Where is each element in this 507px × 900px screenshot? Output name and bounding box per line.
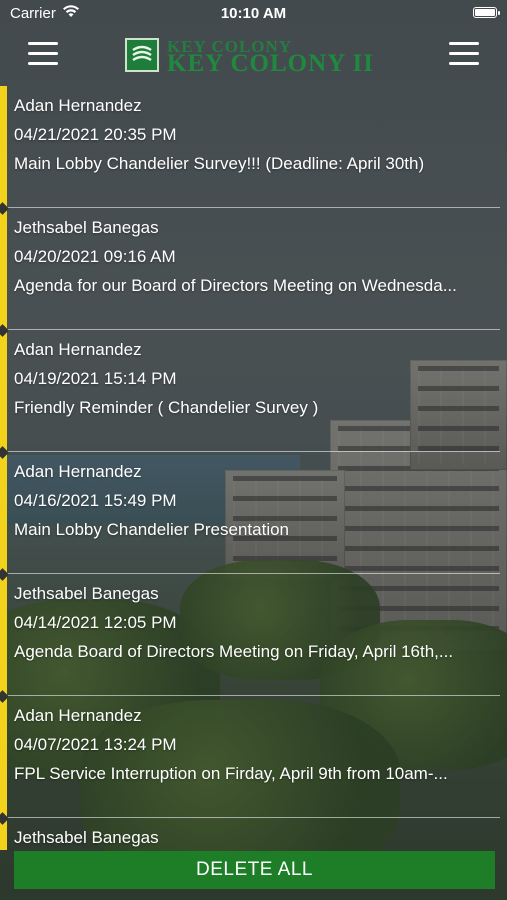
message-date: 04/20/2021 09:16 AM xyxy=(14,247,176,266)
hamburger-menu-icon[interactable] xyxy=(449,42,479,66)
clock: 10:10 AM xyxy=(220,5,287,22)
message-subject: Friendly Reminder ( Chandelier Survey ) xyxy=(14,398,319,417)
message-subject: Agenda for our Board of Directors Meetin… xyxy=(14,276,457,295)
battery-icon xyxy=(473,7,500,18)
list-item[interactable]: Adan Hernandez 04/21/2021 20:35 PM Main … xyxy=(0,86,507,215)
list-item[interactable]: Adan Hernandez 04/19/2021 15:14 PM Frien… xyxy=(0,330,507,459)
list-item[interactable]: Jethsabel Banegas 04/20/2021 09:16 AM Ag… xyxy=(0,208,507,337)
sender-name: Adan Hernandez xyxy=(14,340,142,359)
message-date: 04/16/2021 15:49 PM xyxy=(14,491,177,510)
logo-mark-icon xyxy=(125,38,159,72)
sender-name: Adan Hernandez xyxy=(14,96,142,115)
sender-name: Jethsabel Banegas xyxy=(14,218,159,237)
list-item[interactable]: Jethsabel Banegas xyxy=(0,818,507,850)
message-date: 04/07/2021 13:24 PM xyxy=(14,735,177,754)
message-subject: Main Lobby Chandelier Presentation xyxy=(14,520,290,539)
list-item[interactable]: Jethsabel Banegas 04/14/2021 12:05 PM Ag… xyxy=(0,574,507,703)
sender-name: Jethsabel Banegas xyxy=(14,584,159,603)
logo-text-2: KEY COLONY II xyxy=(167,50,375,77)
list-item[interactable]: Adan Hernandez 04/16/2021 15:49 PM Main … xyxy=(0,452,507,581)
sender-name: Adan Hernandez xyxy=(14,462,142,481)
message-subject: Main Lobby Chandelier Survey!!! (Deadlin… xyxy=(14,154,425,173)
sender-name: Adan Hernandez xyxy=(14,706,142,725)
message-list[interactable]: Adan Hernandez 04/21/2021 20:35 PM Main … xyxy=(0,86,507,850)
nav-bar: KEY COLONY KEY COLONY II xyxy=(0,28,507,86)
app-logo: KEY COLONY KEY COLONY II xyxy=(125,37,390,77)
message-date: 04/14/2021 12:05 PM xyxy=(14,613,177,632)
message-subject: FPL Service Interruption on Firday, Apri… xyxy=(14,764,448,783)
delete-all-button[interactable]: DELETE ALL xyxy=(14,851,495,889)
hamburger-menu-icon[interactable] xyxy=(28,42,58,66)
message-date: 04/21/2021 20:35 PM xyxy=(14,125,177,144)
list-item[interactable]: Adan Hernandez 04/07/2021 13:24 PM FPL S… xyxy=(0,696,507,825)
message-date: 04/19/2021 15:14 PM xyxy=(14,369,177,388)
sender-name: Jethsabel Banegas xyxy=(14,828,159,847)
message-subject: Agenda Board of Directors Meeting on Fri… xyxy=(14,642,454,661)
status-bar: Carrier 10:10 AM xyxy=(0,0,507,28)
